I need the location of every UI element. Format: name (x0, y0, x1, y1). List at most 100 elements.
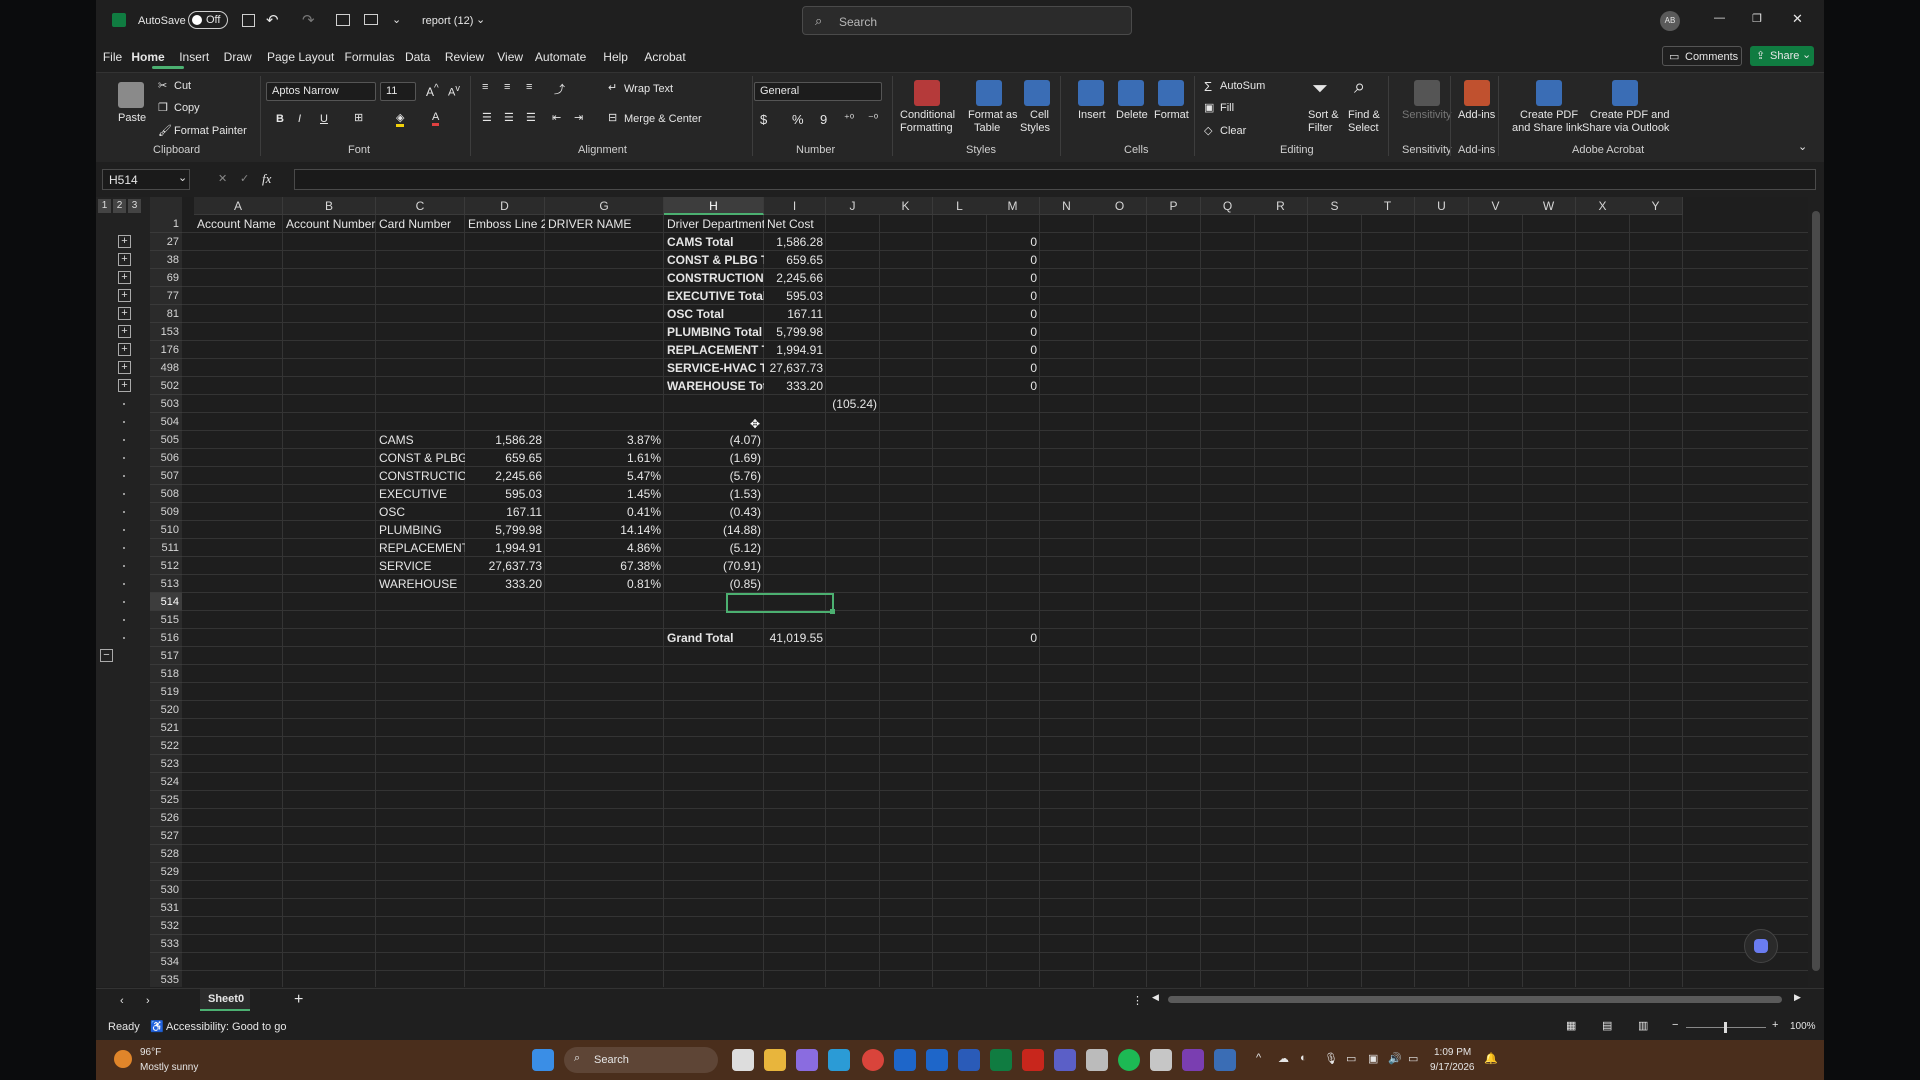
column-header-w[interactable]: W (1522, 197, 1576, 215)
cell-m498[interactable]: 0 (986, 359, 1040, 377)
cell-g508[interactable]: 1.45% (545, 485, 664, 503)
row-header-523[interactable]: 523 (150, 755, 182, 773)
teams-icon[interactable] (1054, 1049, 1076, 1071)
zoom-slider[interactable] (1686, 1022, 1766, 1033)
cell-i153[interactable]: 5,799.98 (764, 323, 826, 341)
align-middle-icon[interactable]: ≡ (504, 81, 510, 93)
row-header-507[interactable]: 507 (150, 467, 182, 485)
conditional-formatting-label[interactable]: Conditional (900, 109, 955, 121)
menu-tab-draw[interactable]: Draw (224, 50, 252, 64)
row-header-520[interactable]: 520 (150, 701, 182, 719)
row-header-518[interactable]: 518 (150, 665, 182, 683)
menu-tab-data[interactable]: Data (405, 50, 430, 64)
row-header-502[interactable]: 502 (150, 377, 182, 395)
cell-h507[interactable]: (5.76) (664, 467, 764, 485)
format-as-table-icon[interactable] (976, 80, 1002, 106)
column-header-r[interactable]: R (1254, 197, 1308, 215)
cell-i77[interactable]: 595.03 (764, 287, 826, 305)
acrobat-icon[interactable] (1022, 1049, 1044, 1071)
page-layout-view-icon[interactable]: ▤ (1602, 1019, 1612, 1032)
cell-h508[interactable]: (1.53) (664, 485, 764, 503)
cancel-entry-icon[interactable]: ✕ (218, 172, 227, 185)
cell-i27[interactable]: 1,586.28 (764, 233, 826, 251)
increase-decimal-icon[interactable]: ⁺⁰ (844, 112, 854, 125)
add-sheet-icon[interactable]: + (294, 991, 303, 1009)
copilot-icon[interactable] (1744, 929, 1778, 963)
avatar[interactable]: AB (1660, 11, 1680, 31)
format-button[interactable]: Format (1154, 109, 1189, 121)
format-as-table-label[interactable]: Format as (968, 109, 1018, 121)
row-header-528[interactable]: 528 (150, 845, 182, 863)
collapse-group-icon[interactable]: − (100, 649, 113, 662)
windows-start-icon[interactable] (532, 1049, 554, 1071)
cell-i176[interactable]: 1,994.91 (764, 341, 826, 359)
cell-h81[interactable]: OSC Total (664, 305, 764, 323)
cell-j503[interactable]: (105.24) (826, 395, 880, 413)
scroll-right-icon[interactable]: ▶ (1794, 992, 1801, 1003)
row-header-176[interactable]: 176 (150, 341, 182, 359)
merge-center-button[interactable]: Merge & Center (624, 113, 702, 125)
format-painter-button[interactable]: Format Painter (174, 125, 247, 137)
cell-h509[interactable]: (0.43) (664, 503, 764, 521)
clear-button[interactable]: Clear (1220, 125, 1246, 137)
decrease-font-icon[interactable]: Av (448, 83, 460, 99)
delete-button[interactable]: Delete (1116, 109, 1148, 121)
chevron-down-icon[interactable]: ⌄ (476, 13, 485, 26)
cell-m81[interactable]: 0 (986, 305, 1040, 323)
merge-icon[interactable]: ⊟ (608, 111, 617, 124)
cell-h69[interactable]: CONSTRUCTION To (664, 269, 764, 287)
comma-icon[interactable]: 9 (820, 112, 827, 127)
bold-icon[interactable]: B (276, 113, 284, 125)
accessibility-icon[interactable]: ♿ (150, 1020, 164, 1033)
align-bottom-icon[interactable]: ≡ (526, 81, 532, 93)
font-color-icon[interactable]: A (432, 111, 440, 126)
row-header-511[interactable]: 511 (150, 539, 182, 557)
cell-m176[interactable]: 0 (986, 341, 1040, 359)
cell-m27[interactable]: 0 (986, 233, 1040, 251)
cell-c505[interactable]: CAMS (376, 431, 465, 449)
cell-c511[interactable]: REPLACEMENT (376, 539, 465, 557)
chevron-down-icon[interactable]: ⌄ (178, 171, 187, 184)
column-header-n[interactable]: N (1040, 197, 1094, 215)
formula-input[interactable] (294, 169, 1816, 190)
mail-icon[interactable] (926, 1049, 948, 1071)
select-all-corner[interactable] (150, 197, 182, 215)
cell-i38[interactable]: 659.65 (764, 251, 826, 269)
cell-c506[interactable]: CONST & PLBG (376, 449, 465, 467)
cell-g512[interactable]: 67.38% (545, 557, 664, 575)
cell-m516[interactable]: 0 (986, 629, 1040, 647)
notification-icon[interactable]: 🔔 (1484, 1052, 1498, 1065)
cell-h510[interactable]: (14.88) (664, 521, 764, 539)
align-left-icon[interactable]: ☰ (482, 111, 492, 124)
cell-h502[interactable]: WAREHOUSE Total (664, 377, 764, 395)
row-header-514[interactable]: 514 (150, 593, 182, 611)
search-input[interactable]: ⌕ Search (802, 6, 1132, 35)
outline-level-1-button[interactable]: 1 (98, 199, 111, 213)
horizontal-scrollbar[interactable]: ◀ ▶ (1152, 992, 1806, 1005)
cell-i1[interactable]: Net Cost (764, 215, 826, 233)
row-header-505[interactable]: 505 (150, 431, 182, 449)
expand-group-icon[interactable]: + (118, 289, 131, 302)
collapse-ribbon-icon[interactable]: ⌄ (1798, 140, 1807, 153)
column-header-y[interactable]: Y (1629, 197, 1683, 215)
conditional-formatting-label-2[interactable]: Formatting (900, 122, 953, 134)
font-name-dropdown[interactable]: Aptos Narrow (266, 82, 376, 101)
column-header-b[interactable]: B (283, 197, 376, 215)
insert-cells-icon[interactable] (1078, 80, 1104, 106)
zoom-in-icon[interactable]: + (1772, 1019, 1778, 1031)
column-header-s[interactable]: S (1308, 197, 1362, 215)
indent-increase-icon[interactable]: ⇥ (574, 111, 583, 124)
cell-d508[interactable]: 595.03 (465, 485, 545, 503)
cell-m153[interactable]: 0 (986, 323, 1040, 341)
menu-tab-formulas[interactable]: Formulas (345, 50, 395, 64)
clock-time[interactable]: 1:09 PM (1434, 1047, 1471, 1058)
more-options-icon[interactable]: ⋮ (1132, 994, 1143, 1007)
tray-overflow-icon[interactable]: ^ (1256, 1052, 1261, 1064)
column-header-h[interactable]: H (664, 197, 764, 215)
cell-styles-label[interactable]: Cell (1030, 109, 1049, 121)
menu-tab-file[interactable]: File (103, 50, 122, 64)
cell-h511[interactable]: (5.12) (664, 539, 764, 557)
cell-c508[interactable]: EXECUTIVE (376, 485, 465, 503)
undo-icon[interactable]: ↶ (266, 11, 279, 29)
row-header-498[interactable]: 498 (150, 359, 182, 377)
